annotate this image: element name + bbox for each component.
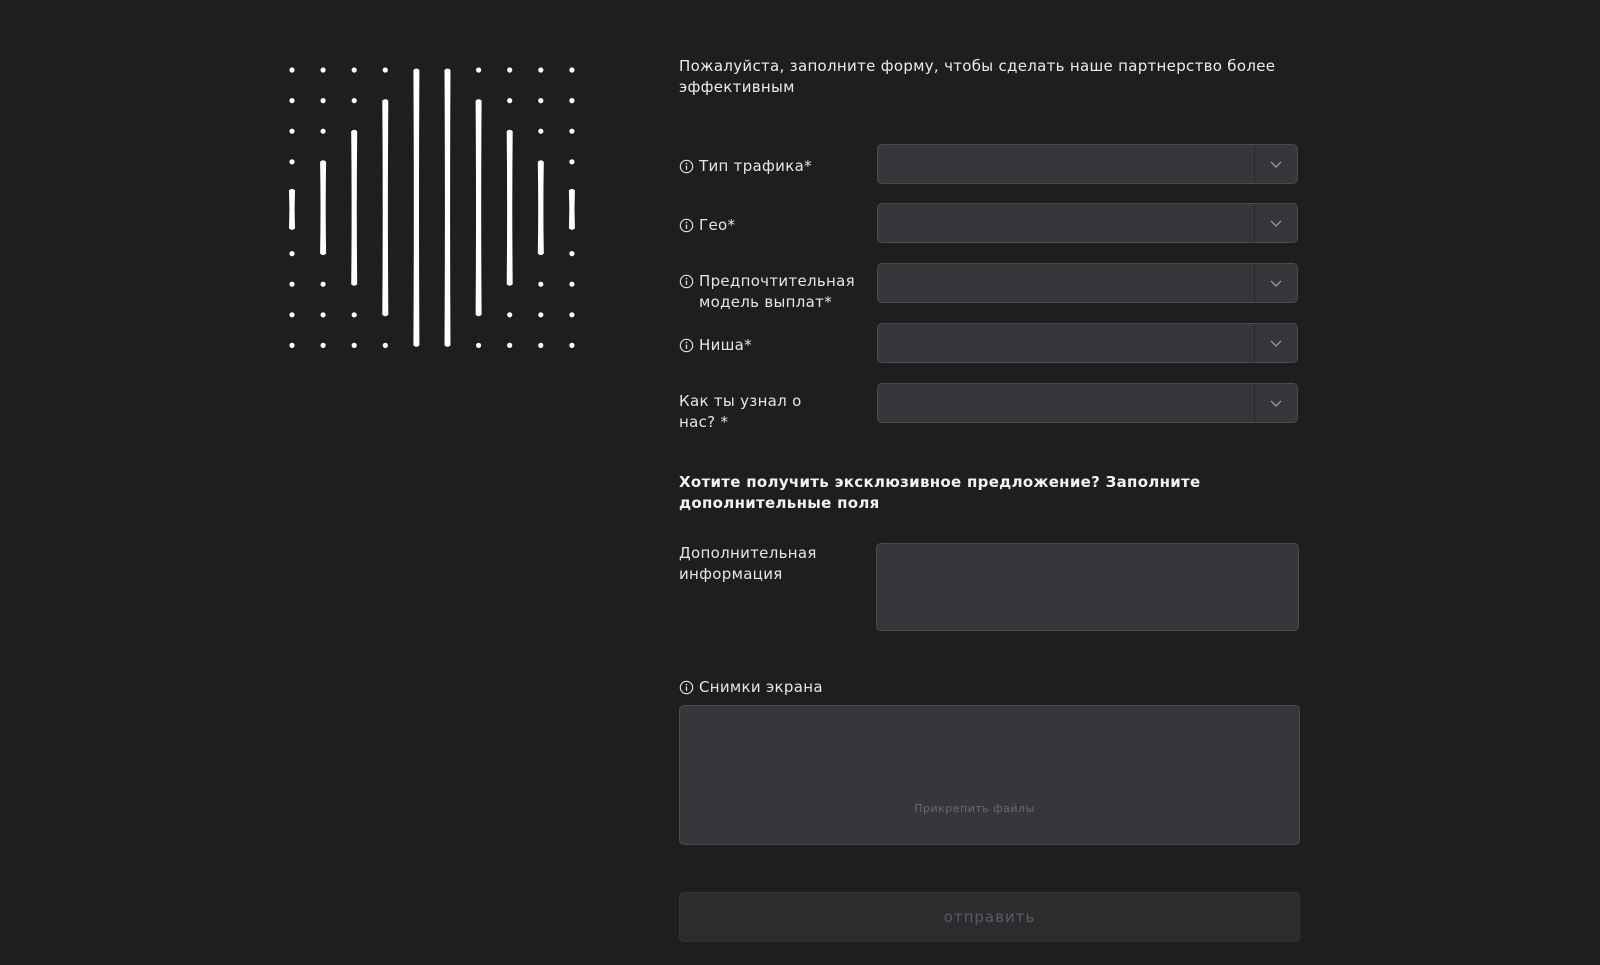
grid-dot xyxy=(351,342,357,348)
grid-dot xyxy=(289,251,295,257)
screenshots-label-row: Снимки экрана xyxy=(679,677,823,698)
field-label: Как ты узнал о нас? * xyxy=(679,391,877,433)
submit-button[interactable]: отправить xyxy=(679,892,1300,942)
grid-dot xyxy=(569,67,575,73)
additional-info-label: Дополнительная информация xyxy=(679,544,817,583)
referral-source-select[interactable] xyxy=(877,383,1298,423)
grid-dot xyxy=(320,342,326,348)
grid-dot xyxy=(569,281,575,287)
grid-dot xyxy=(569,98,575,104)
grid-dot xyxy=(569,128,575,134)
traffic-type-label: Тип трафика* xyxy=(699,157,812,175)
select-divider xyxy=(1254,264,1255,302)
grid-dot xyxy=(289,128,295,134)
grid-dot xyxy=(289,98,295,104)
select-divider xyxy=(1254,324,1255,362)
grid-stroke xyxy=(444,68,451,347)
grid-stroke xyxy=(351,129,358,286)
chevron-down-icon[interactable] xyxy=(1269,337,1283,349)
field-label: Гео* xyxy=(679,215,877,236)
partnership-form: Пожалуйста, заполните форму, чтобы сдела… xyxy=(679,56,1300,942)
chevron-down-icon[interactable] xyxy=(1269,397,1283,409)
referral-source-label: Как ты узнал о нас? * xyxy=(679,392,802,431)
geo-label: Гео* xyxy=(699,216,736,234)
page: Пожалуйста, заполните форму, чтобы сдела… xyxy=(0,0,1600,965)
info-icon[interactable] xyxy=(679,159,694,174)
dot-grid-illustration xyxy=(289,67,575,348)
grid-stroke xyxy=(320,160,327,256)
file-dropzone[interactable]: Прикрепить файлы xyxy=(679,705,1300,845)
grid-dot xyxy=(476,67,482,73)
screenshots-label: Снимки экрана xyxy=(699,678,823,696)
attach-files-hint: Прикрепить файлы xyxy=(914,802,1035,815)
grid-dot xyxy=(507,67,513,73)
additional-info-textarea[interactable] xyxy=(876,543,1299,631)
grid-dot xyxy=(289,67,295,73)
grid-dot xyxy=(507,312,513,318)
grid-dot xyxy=(507,98,513,104)
grid-dot xyxy=(507,342,513,348)
field-label: Предпочтительная модель выплат* xyxy=(679,271,877,313)
grid-stroke xyxy=(537,160,544,256)
grid-dot xyxy=(351,98,357,104)
grid-dot xyxy=(320,281,326,287)
grid-stroke xyxy=(289,188,295,230)
grid-dot xyxy=(351,312,357,318)
grid-dot xyxy=(538,342,544,348)
grid-stroke xyxy=(506,129,513,286)
field-label: Ниша* xyxy=(679,335,877,356)
grid-dot xyxy=(569,251,575,257)
grid-dot xyxy=(476,342,482,348)
field-payout-model: Предпочтительная модель выплат* xyxy=(679,263,1300,311)
niche-label: Ниша* xyxy=(699,336,752,354)
grid-dot xyxy=(320,128,326,134)
grid-dot xyxy=(382,342,388,348)
info-icon[interactable] xyxy=(679,274,694,289)
payout-model-label: Предпочтительная модель выплат* xyxy=(699,272,855,311)
niche-select[interactable] xyxy=(877,323,1298,363)
grid-dot xyxy=(538,128,544,134)
field-label: Тип трафика* xyxy=(679,156,877,177)
grid-dot xyxy=(569,159,575,165)
field-traffic-type: Тип трафика* xyxy=(679,144,1300,186)
grid-dot xyxy=(382,67,388,73)
info-icon[interactable] xyxy=(679,338,694,353)
select-divider xyxy=(1254,204,1255,242)
field-geo: Гео* xyxy=(679,203,1300,245)
grid-dot xyxy=(289,281,295,287)
chevron-down-icon[interactable] xyxy=(1269,217,1283,229)
grid-dot xyxy=(289,312,295,318)
grid-stroke xyxy=(568,188,575,230)
grid-dot xyxy=(351,67,357,73)
grid-dot xyxy=(538,67,544,73)
grid-dot xyxy=(569,312,575,318)
grid-dot xyxy=(320,67,326,73)
grid-dot xyxy=(289,159,295,165)
info-icon[interactable] xyxy=(679,218,694,233)
grid-stroke xyxy=(475,99,482,317)
info-icon[interactable] xyxy=(679,680,694,695)
decorative-dot-grid xyxy=(270,55,590,365)
form-intro: Пожалуйста, заполните форму, чтобы сдела… xyxy=(679,57,1276,96)
grid-stroke xyxy=(413,68,420,347)
select-divider xyxy=(1254,145,1255,183)
select-divider xyxy=(1254,384,1255,422)
grid-dot xyxy=(320,312,326,318)
chevron-down-icon[interactable] xyxy=(1269,277,1283,289)
traffic-type-select[interactable] xyxy=(877,144,1298,184)
grid-dot xyxy=(569,342,575,348)
grid-dot xyxy=(320,98,326,104)
grid-dot xyxy=(289,342,295,348)
field-niche: Ниша* xyxy=(679,323,1300,365)
geo-select[interactable] xyxy=(877,203,1298,243)
payout-model-select[interactable] xyxy=(877,263,1298,303)
grid-dot xyxy=(538,312,544,318)
field-referral-source: Как ты узнал о нас? * xyxy=(679,383,1300,431)
extra-fields-heading: Хотите получить эксклюзивное предложение… xyxy=(679,473,1201,512)
grid-dot xyxy=(538,98,544,104)
chevron-down-icon[interactable] xyxy=(1269,158,1283,170)
grid-dot xyxy=(538,281,544,287)
grid-stroke xyxy=(382,99,389,317)
